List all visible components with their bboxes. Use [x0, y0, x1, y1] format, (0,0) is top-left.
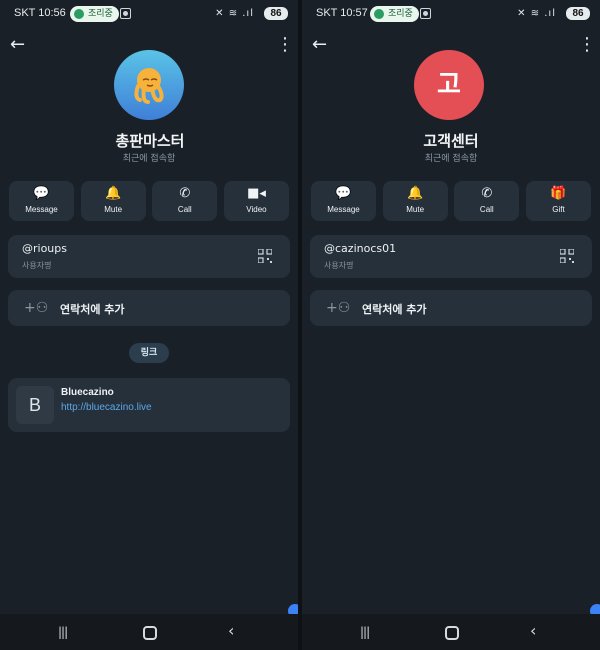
link-card[interactable]: B Bluecazino http://bluecazino.live: [8, 378, 290, 432]
call-button-label: Call: [177, 205, 192, 214]
gift-button[interactable]: 🎁 Gift: [525, 181, 591, 221]
octopus-emoji-icon: [134, 68, 164, 104]
system-nav-bar: ||| ‹: [302, 614, 600, 650]
links-tab[interactable]: 링크: [129, 343, 169, 363]
phone-icon: ✆: [179, 186, 191, 201]
video-button-label: Video: [246, 205, 267, 214]
status-time: SKT 10:57: [316, 7, 368, 19]
home-icon[interactable]: [445, 626, 459, 640]
username: @rioups: [22, 242, 67, 255]
username-label: 사용자명: [22, 261, 52, 270]
battery-icon: 86: [566, 7, 590, 20]
activity-pill: 조리중: [70, 6, 119, 22]
qr-code-icon[interactable]: [258, 249, 272, 263]
chat-bubble-icon: 💬: [335, 186, 352, 201]
recent-apps-icon[interactable]: |||: [360, 626, 372, 638]
system-back-icon[interactable]: ‹: [228, 621, 234, 640]
mute-button[interactable]: 🔔 Mute: [382, 181, 448, 221]
message-button-label: Message: [25, 205, 58, 214]
last-seen: 최근에 접속함: [424, 154, 478, 164]
activity-pill-label: 조리중: [88, 9, 113, 19]
status-time: SKT 10:56: [14, 7, 66, 19]
more-options-icon[interactable]: ⋮: [276, 34, 294, 56]
add-contact-card[interactable]: +⚇ 연락처에 추가: [310, 290, 592, 326]
call-button[interactable]: ✆ Call: [454, 181, 520, 221]
add-contact-label: 연락처에 추가: [60, 303, 125, 316]
activity-dot-icon: [374, 9, 384, 19]
system-nav-bar: ||| ‹: [0, 614, 298, 650]
add-contact-card[interactable]: +⚇ 연락처에 추가: [8, 290, 290, 326]
bell-icon: 🔔: [105, 186, 122, 201]
back-arrow-icon[interactable]: ←: [312, 34, 334, 56]
message-button-label: Message: [327, 205, 360, 214]
call-button[interactable]: ✆ Call: [152, 181, 218, 221]
activity-pill: 조리중: [370, 6, 419, 22]
bell-icon: 🔔: [407, 186, 424, 201]
add-person-icon: +⚇: [326, 300, 351, 316]
profile-name: 고객센터: [423, 132, 479, 150]
status-bar: SKT 10:57 조리중 ✕ ≋ .ıl 86: [302, 0, 600, 28]
gift-icon: 🎁: [550, 186, 567, 201]
link-url[interactable]: http://bluecazino.live: [61, 402, 152, 413]
qr-code-icon[interactable]: [560, 249, 574, 263]
video-camera-icon: ■◂: [247, 186, 266, 201]
add-contact-label: 연락처에 추가: [362, 303, 427, 316]
username: @cazinocs01: [324, 242, 397, 255]
avatar[interactable]: [114, 50, 184, 120]
action-row: 💬 Message 🔔 Mute ✆ Call 🎁 Gift: [311, 181, 591, 221]
call-button-label: Call: [479, 205, 494, 214]
system-status-icons: ✕ ≋ .ıl: [215, 8, 254, 19]
profile-screen-right: SKT 10:57 조리중 ✕ ≋ .ıl 86 ← ⋮ 고 고객센터 최근에 …: [302, 0, 600, 650]
mute-button-label: Mute: [104, 205, 123, 214]
username-label: 사용자명: [324, 261, 354, 270]
mute-button[interactable]: 🔔 Mute: [80, 181, 146, 221]
status-bar: SKT 10:56 조리중 ✕ ≋ .ıl 86: [0, 0, 298, 28]
avatar[interactable]: 고: [414, 50, 484, 120]
more-options-icon[interactable]: ⋮: [578, 34, 596, 56]
phone-icon: ✆: [481, 186, 493, 201]
home-icon[interactable]: [143, 626, 157, 640]
profile-screen-left: SKT 10:56 조리중 ✕ ≋ .ıl 86 ← ⋮ 총판마스터 최근에 접…: [0, 0, 298, 650]
system-back-icon[interactable]: ‹: [530, 621, 536, 640]
username-card[interactable]: @rioups 사용자명: [8, 235, 290, 278]
system-status-icons: ✕ ≋ .ıl: [517, 8, 556, 19]
screenshot-icon: [120, 8, 131, 19]
link-title: Bluecazino: [61, 387, 114, 398]
activity-dot-icon: [74, 9, 84, 19]
screenshot-icon: [420, 8, 431, 19]
recent-apps-icon[interactable]: |||: [58, 626, 70, 638]
activity-pill-label: 조리중: [388, 9, 413, 19]
message-button[interactable]: 💬 Message: [9, 181, 74, 221]
link-thumbnail: B: [16, 386, 54, 424]
back-arrow-icon[interactable]: ←: [10, 34, 32, 56]
profile-name: 총판마스터: [115, 132, 185, 150]
message-button[interactable]: 💬 Message: [311, 181, 376, 221]
mute-button-label: Mute: [406, 205, 425, 214]
gift-button-label: Gift: [552, 205, 565, 214]
last-seen: 최근에 접속함: [122, 154, 176, 164]
video-button[interactable]: ■◂ Video: [223, 181, 289, 221]
username-card[interactable]: @cazinocs01 사용자명: [310, 235, 592, 278]
add-person-icon: +⚇: [24, 300, 49, 316]
chat-bubble-icon: 💬: [33, 186, 50, 201]
battery-icon: 86: [264, 7, 288, 20]
action-row: 💬 Message 🔔 Mute ✆ Call ■◂ Video: [9, 181, 289, 221]
